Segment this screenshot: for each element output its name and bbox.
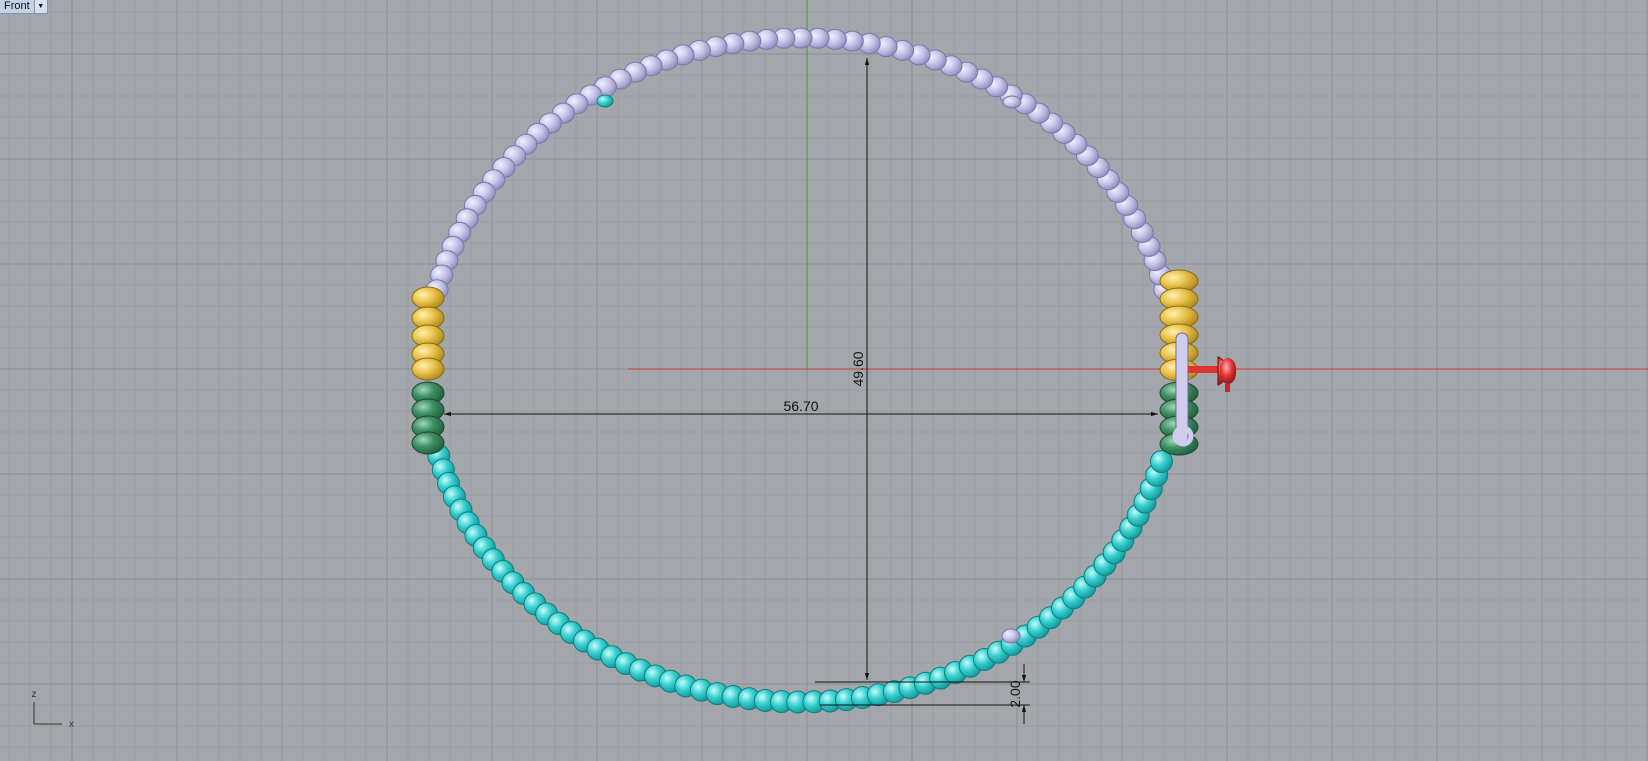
front-viewport[interactable]: Front ▼ 56.70 49.60 2.00 z x xyxy=(0,0,1648,761)
construction-grid xyxy=(0,0,1648,761)
viewport-title[interactable]: Front xyxy=(0,0,34,13)
bead-green[interactable] xyxy=(411,431,445,455)
dimension-width[interactable]: 56.70 xyxy=(444,398,1158,417)
gumball-stem[interactable] xyxy=(1188,366,1218,373)
bead-yellow[interactable] xyxy=(411,286,445,310)
gumball-cap[interactable] xyxy=(1220,358,1236,384)
height-dimension-label[interactable]: 49.60 xyxy=(850,351,866,386)
viewport-menu-arrow-icon[interactable]: ▼ xyxy=(33,0,47,13)
axis-indicator-z-label: z xyxy=(32,689,37,700)
axis-indicator: z x xyxy=(32,689,75,730)
bead-yellow[interactable] xyxy=(411,357,445,381)
bead-lavender-accent[interactable] xyxy=(1001,628,1021,644)
model-canvas[interactable]: 56.70 49.60 2.00 z x xyxy=(0,0,1648,761)
axis-indicator-x-label: x xyxy=(69,719,74,730)
gumball-stem-tail[interactable] xyxy=(1225,384,1230,392)
width-dimension-label[interactable]: 56.70 xyxy=(783,398,818,414)
bead-cyan-accent[interactable] xyxy=(596,94,614,108)
viewport-tab[interactable]: Front ▼ xyxy=(0,0,48,14)
bead-lavender-accent[interactable] xyxy=(1002,95,1022,109)
dimension-height[interactable]: 49.60 xyxy=(850,58,870,680)
thickness-dimension-label[interactable]: 2.00 xyxy=(1007,680,1023,707)
